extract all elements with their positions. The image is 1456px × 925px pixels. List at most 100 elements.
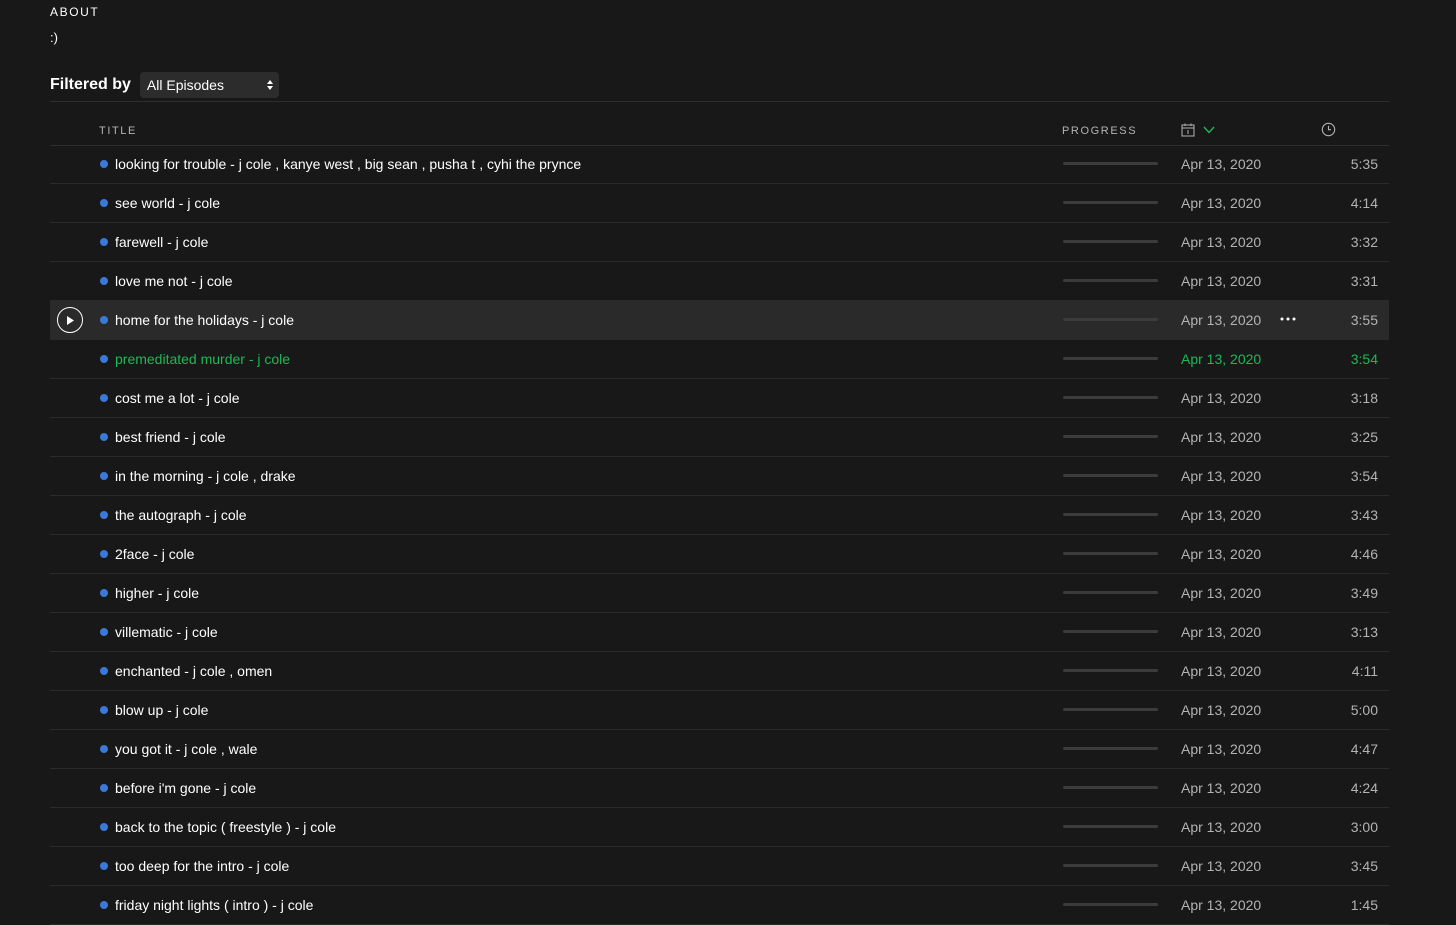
unplayed-dot-icon bbox=[100, 667, 108, 675]
unplayed-dot-icon bbox=[100, 238, 108, 246]
episode-row[interactable]: back to the topic ( freestyle ) - j cole… bbox=[50, 808, 1389, 847]
episode-title[interactable]: you got it - j cole , wale bbox=[115, 741, 257, 757]
episode-duration: 3:54 bbox=[1350, 468, 1378, 484]
episode-title[interactable]: back to the topic ( freestyle ) - j cole bbox=[115, 819, 336, 835]
episode-duration: 3:45 bbox=[1350, 858, 1378, 874]
episode-duration: 4:46 bbox=[1350, 546, 1378, 562]
episode-row[interactable]: blow up - j cole Apr 13, 2020 5:00 bbox=[50, 691, 1389, 730]
episode-date: Apr 13, 2020 bbox=[1181, 234, 1262, 250]
episode-row[interactable]: home for the holidays - j cole Apr 13, 2… bbox=[50, 301, 1389, 340]
episode-title[interactable]: looking for trouble - j cole , kanye wes… bbox=[115, 156, 581, 172]
unplayed-dot-icon bbox=[100, 589, 108, 597]
episode-title[interactable]: blow up - j cole bbox=[115, 702, 208, 718]
unplayed-dot-icon bbox=[100, 433, 108, 441]
unplayed-dot-icon bbox=[100, 511, 108, 519]
episode-duration: 1:45 bbox=[1350, 897, 1378, 913]
about-heading: ABOUT bbox=[50, 5, 100, 19]
episode-title[interactable]: home for the holidays - j cole bbox=[115, 312, 294, 328]
more-options-button[interactable] bbox=[1278, 309, 1298, 329]
episode-title[interactable]: best friend - j cole bbox=[115, 429, 226, 445]
episode-progress-bar bbox=[1063, 396, 1158, 399]
episode-date: Apr 13, 2020 bbox=[1181, 507, 1262, 523]
episode-duration: 4:47 bbox=[1350, 741, 1378, 757]
episode-duration: 3:55 bbox=[1350, 312, 1378, 328]
episode-title[interactable]: see world - j cole bbox=[115, 195, 220, 211]
episode-row[interactable]: higher - j cole Apr 13, 2020 3:49 bbox=[50, 574, 1389, 613]
episode-date: Apr 13, 2020 bbox=[1181, 156, 1262, 172]
episode-duration: 3:25 bbox=[1350, 429, 1378, 445]
episode-row[interactable]: villematic - j cole Apr 13, 2020 3:13 bbox=[50, 613, 1389, 652]
unplayed-dot-icon bbox=[100, 784, 108, 792]
column-header-duration[interactable] bbox=[1321, 122, 1336, 140]
episode-title[interactable]: too deep for the intro - j cole bbox=[115, 858, 289, 874]
calendar-icon bbox=[1181, 123, 1195, 137]
episode-progress-bar bbox=[1063, 708, 1158, 711]
episode-duration: 5:00 bbox=[1350, 702, 1378, 718]
episode-duration: 3:31 bbox=[1350, 273, 1378, 289]
episode-row[interactable]: see world - j cole Apr 13, 2020 4:14 bbox=[50, 184, 1389, 223]
episode-row[interactable]: the autograph - j cole Apr 13, 2020 3:43 bbox=[50, 496, 1389, 535]
column-header-progress[interactable]: PROGRESS bbox=[1062, 125, 1137, 137]
episode-title[interactable]: in the morning - j cole , drake bbox=[115, 468, 296, 484]
filter-row: Filtered by All Episodes bbox=[50, 72, 279, 98]
episode-date: Apr 13, 2020 bbox=[1181, 429, 1262, 445]
clock-icon bbox=[1321, 122, 1336, 137]
episode-progress-bar bbox=[1063, 435, 1158, 438]
episode-title[interactable]: premeditated murder - j cole bbox=[115, 351, 290, 367]
episode-filter-select[interactable]: All Episodes bbox=[139, 72, 279, 98]
episode-progress-bar bbox=[1063, 552, 1158, 555]
episode-title[interactable]: enchanted - j cole , omen bbox=[115, 663, 272, 679]
episode-row[interactable]: premeditated murder - j cole Apr 13, 202… bbox=[50, 340, 1389, 379]
about-text: :) bbox=[50, 30, 58, 45]
episode-title[interactable]: villematic - j cole bbox=[115, 624, 218, 640]
episode-date: Apr 13, 2020 bbox=[1181, 741, 1262, 757]
episode-title[interactable]: love me not - j cole bbox=[115, 273, 233, 289]
episode-progress-bar bbox=[1063, 513, 1158, 516]
play-button[interactable] bbox=[57, 307, 83, 333]
episode-row[interactable]: you got it - j cole , wale Apr 13, 2020 … bbox=[50, 730, 1389, 769]
episode-row[interactable]: too deep for the intro - j cole Apr 13, … bbox=[50, 847, 1389, 886]
episode-row[interactable]: friday night lights ( intro ) - j cole A… bbox=[50, 886, 1389, 925]
episode-row[interactable]: in the morning - j cole , drake Apr 13, … bbox=[50, 457, 1389, 496]
unplayed-dot-icon bbox=[100, 355, 108, 363]
episode-progress-bar bbox=[1063, 591, 1158, 594]
episode-duration: 5:35 bbox=[1350, 156, 1378, 172]
chevron-down-icon bbox=[1203, 126, 1215, 134]
episode-row[interactable]: cost me a lot - j cole Apr 13, 2020 3:18 bbox=[50, 379, 1389, 418]
episode-title[interactable]: higher - j cole bbox=[115, 585, 199, 601]
episode-progress-bar bbox=[1063, 864, 1158, 867]
episode-title[interactable]: friday night lights ( intro ) - j cole bbox=[115, 897, 313, 913]
episode-date: Apr 13, 2020 bbox=[1181, 468, 1262, 484]
episode-row[interactable]: 2face - j cole Apr 13, 2020 4:46 bbox=[50, 535, 1389, 574]
unplayed-dot-icon bbox=[100, 277, 108, 285]
episode-title[interactable]: 2face - j cole bbox=[115, 546, 194, 562]
episode-progress-bar bbox=[1063, 903, 1158, 906]
episode-date: Apr 13, 2020 bbox=[1181, 663, 1262, 679]
episode-date: Apr 13, 2020 bbox=[1181, 312, 1262, 328]
episode-row[interactable]: looking for trouble - j cole , kanye wes… bbox=[50, 145, 1389, 184]
episode-progress-bar bbox=[1063, 357, 1158, 360]
more-dots-icon bbox=[1280, 317, 1296, 321]
episode-row[interactable]: before i'm gone - j cole Apr 13, 2020 4:… bbox=[50, 769, 1389, 808]
episode-progress-bar bbox=[1063, 786, 1158, 789]
select-arrows-icon bbox=[266, 79, 274, 91]
episode-title[interactable]: farewell - j cole bbox=[115, 234, 208, 250]
episode-date: Apr 13, 2020 bbox=[1181, 390, 1262, 406]
unplayed-dot-icon bbox=[100, 316, 108, 324]
episode-row[interactable]: love me not - j cole Apr 13, 2020 3:31 bbox=[50, 262, 1389, 301]
episode-row[interactable]: enchanted - j cole , omen Apr 13, 2020 4… bbox=[50, 652, 1389, 691]
unplayed-dot-icon bbox=[100, 823, 108, 831]
episode-title[interactable]: the autograph - j cole bbox=[115, 507, 247, 523]
episode-title[interactable]: before i'm gone - j cole bbox=[115, 780, 256, 796]
episode-row[interactable]: farewell - j cole Apr 13, 2020 3:32 bbox=[50, 223, 1389, 262]
column-header-title[interactable]: TITLE bbox=[99, 125, 137, 137]
episode-title[interactable]: cost me a lot - j cole bbox=[115, 390, 240, 406]
episode-date: Apr 13, 2020 bbox=[1181, 273, 1262, 289]
column-header-date[interactable] bbox=[1181, 123, 1215, 137]
unplayed-dot-icon bbox=[100, 901, 108, 909]
episode-duration: 3:18 bbox=[1350, 390, 1378, 406]
unplayed-dot-icon bbox=[100, 550, 108, 558]
episode-row[interactable]: best friend - j cole Apr 13, 2020 3:25 bbox=[50, 418, 1389, 457]
episode-progress-bar bbox=[1063, 747, 1158, 750]
episode-progress-bar bbox=[1063, 240, 1158, 243]
